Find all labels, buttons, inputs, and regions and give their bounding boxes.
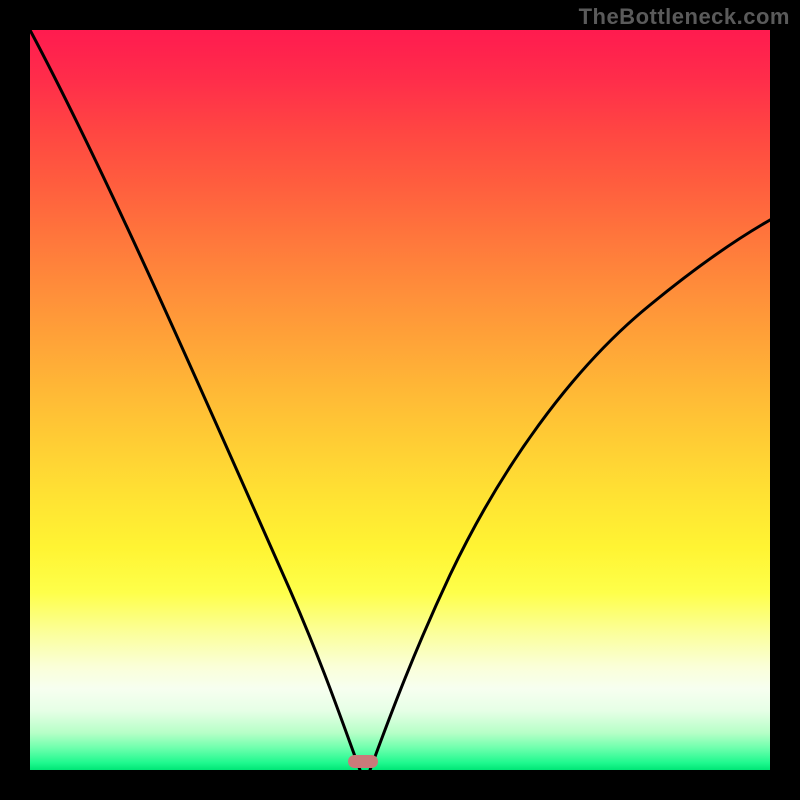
left-curve: [30, 30, 360, 770]
bottleneck-curve-svg: [30, 30, 770, 770]
watermark-text: TheBottleneck.com: [579, 4, 790, 30]
chart-frame: TheBottleneck.com: [0, 0, 800, 800]
plot-area: [30, 30, 770, 770]
minimum-marker: [348, 755, 378, 768]
right-curve: [370, 220, 770, 770]
